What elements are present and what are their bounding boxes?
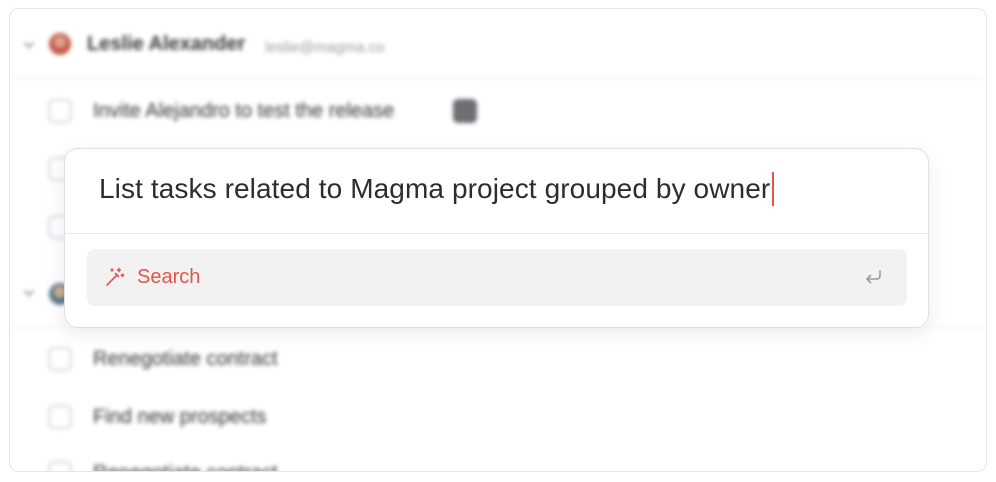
search-label: Search xyxy=(137,266,201,288)
query-input[interactable]: List tasks related to Magma project grou… xyxy=(65,149,928,234)
task-label: Invite Alejandro to test the release xyxy=(93,99,395,122)
task-row[interactable]: Renegotiate contract xyxy=(10,331,986,387)
task-label: Renegotiate contract xyxy=(93,347,278,370)
chevron-down-icon[interactable] xyxy=(22,286,36,300)
task-label: Renegotiate contract xyxy=(93,462,278,472)
avatar xyxy=(49,33,71,55)
task-tag-icon xyxy=(453,99,477,123)
task-label: Find new prospects xyxy=(93,405,267,428)
text-caret xyxy=(772,171,775,206)
enter-key-icon xyxy=(863,267,883,287)
query-text[interactable]: List tasks related to Magma project grou… xyxy=(99,171,775,208)
command-palette: List tasks related to Magma project grou… xyxy=(64,148,929,328)
task-checkbox[interactable] xyxy=(48,405,72,429)
task-checkbox[interactable] xyxy=(48,99,72,123)
search-option[interactable]: Search xyxy=(87,249,907,306)
group-header-leslie[interactable]: Leslie Alexander leslie@magma.co xyxy=(10,9,986,78)
owner-email: leslie@magma.co xyxy=(265,39,385,56)
task-checkbox[interactable] xyxy=(48,347,72,371)
magic-wand-icon xyxy=(104,266,126,288)
task-row[interactable]: Find new prospects xyxy=(10,389,986,445)
owner-name: Leslie Alexander xyxy=(87,33,246,55)
task-row[interactable]: Renegotiate contract xyxy=(10,445,986,472)
task-checkbox[interactable] xyxy=(48,461,72,471)
task-row[interactable]: Invite Alejandro to test the release xyxy=(10,83,986,139)
chevron-down-icon[interactable] xyxy=(22,38,36,52)
query-value: List tasks related to Magma project grou… xyxy=(99,173,771,204)
